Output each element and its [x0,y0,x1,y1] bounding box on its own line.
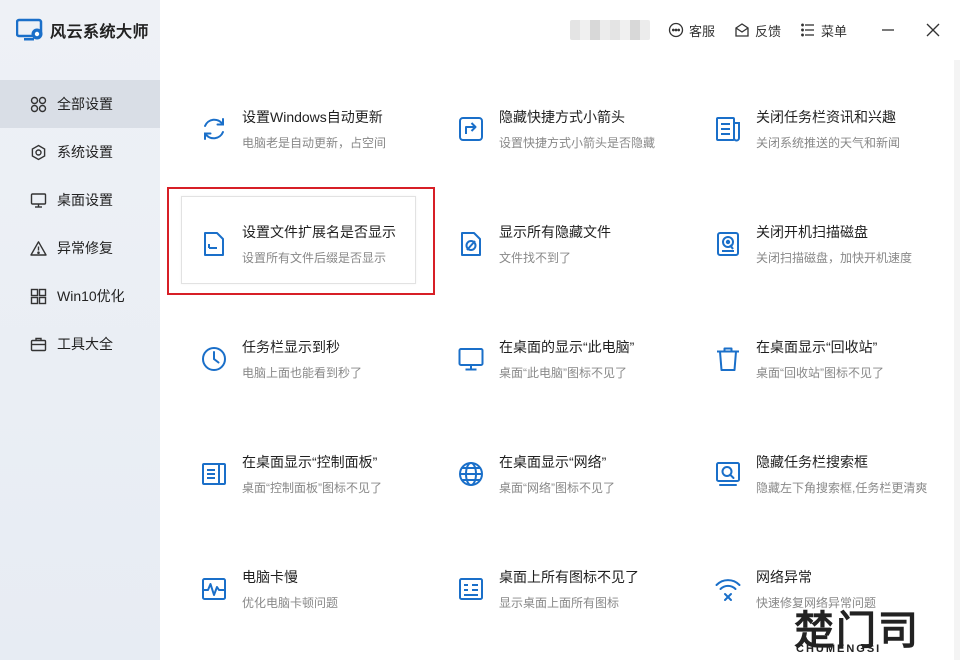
setting-card-desktop-icons[interactable]: 桌面上所有图标不见了 显示桌面上面所有图标 [437,543,687,638]
shortcut-arrow-icon [459,117,483,141]
setting-title: 在桌面显示“网络” [499,454,607,470]
setting-desc: 桌面“此电脑”图标不见了 [499,366,627,380]
service-label: 客服 [689,23,716,39]
sidebar-item-label: 全部设置 [57,96,113,112]
sidebar-item-label: Win10优化 [57,288,125,304]
control-panel-icon [202,463,226,485]
grid-icon [30,96,47,112]
setting-desc: 设置快捷方式小箭头是否隐藏 [499,136,656,150]
setting-card-this-pc[interactable]: 在桌面的显示“此电脑” 桌面“此电脑”图标不见了 [437,313,687,408]
sidebar-item-label: 工具大全 [57,336,113,352]
app-title: 风云系统大师 [50,24,150,41]
setting-desc: 电脑上面也能看到秒了 [242,366,363,380]
sidebar-item-label: 系统设置 [57,144,113,160]
setting-desc: 关闭扫描磁盘，加快开机速度 [756,251,913,265]
setting-card-shortcut-arrow[interactable]: 隐藏快捷方式小箭头 设置快捷方式小箭头是否隐藏 [437,83,687,178]
setting-title: 在桌面显示“回收站” [756,339,878,355]
watermark: 楚门司 CHUMENGSI [782,596,960,660]
setting-card-windows-update[interactable]: 设置Windows自动更新 电脑老是自动更新，占空间 [180,83,430,178]
setting-card-taskbar-seconds[interactable]: 任务栏显示到秒 电脑上面也能看到秒了 [180,313,430,408]
hidden-file-icon [461,232,481,256]
setting-card-hidden-files[interactable]: 显示所有隐藏文件 文件找不到了 [437,198,687,293]
search-box-icon [716,462,740,486]
disk-scan-icon [717,232,739,256]
windows-icon [30,288,47,304]
setting-title: 关闭开机扫描磁盘 [756,224,868,240]
setting-desc: 桌面“控制面板”图标不见了 [242,481,382,495]
setting-title: 网络异常 [756,569,812,585]
sidebar-item-all-settings[interactable]: 全部设置 [0,80,160,128]
trash-icon [717,347,739,371]
setting-title: 在桌面的显示“此电脑” [499,339,635,355]
account-info-blurred [570,20,650,40]
sidebar-item-toolbox[interactable]: 工具大全 [0,320,160,368]
logo-icon [16,18,43,41]
minimize-button[interactable] [877,19,899,41]
setting-title: 隐藏任务栏搜索框 [756,454,868,470]
setting-title: 任务栏显示到秒 [242,339,340,355]
clock-icon [202,347,226,371]
monitor-icon [30,192,47,208]
news-icon [716,117,740,142]
app-logo: 风云系统大师 [16,18,149,42]
sidebar-item-label: 异常修复 [57,240,113,256]
pulse-icon [202,578,226,600]
menu-label: 菜单 [821,23,848,39]
sidebar: 风云系统大师 全部设置 系统设置 桌面设置 异常修复 Win10优化 工具大全 [0,0,160,660]
globe-icon [459,462,483,486]
setting-card-taskbar-news[interactable]: 关闭任务栏资讯和兴趣 关闭系统推送的天气和新闻 [694,83,944,178]
refresh-icon [204,118,224,140]
sidebar-item-label: 桌面设置 [57,192,113,208]
close-button[interactable] [922,19,944,41]
setting-title: 隐藏快捷方式小箭头 [499,109,625,125]
setting-desc: 桌面“回收站”图标不见了 [756,366,884,380]
monitor-icon [458,348,484,371]
setting-desc: 优化电脑卡顿问题 [242,596,339,610]
toolbox-icon [30,337,47,351]
setting-title: 桌面上所有图标不见了 [499,569,639,585]
setting-card-file-extension[interactable]: 设置文件扩展名是否显示 设置所有文件后缀是否显示 [180,198,430,293]
setting-title: 关闭任务栏资讯和兴趣 [756,109,896,125]
sidebar-item-desktop-settings[interactable]: 桌面设置 [0,176,160,224]
setting-card-recycle-bin[interactable]: 在桌面显示“回收站” 桌面“回收站”图标不见了 [694,313,944,408]
feedback-label: 反馈 [755,23,782,39]
sidebar-item-fix-issues[interactable]: 异常修复 [0,224,160,272]
sidebar-item-win10-optimize[interactable]: Win10优化 [0,272,160,320]
menu-button[interactable]: 菜单 [800,19,847,41]
setting-title: 电脑卡慢 [242,569,298,585]
menu-icon [801,23,814,37]
mail-icon [735,23,749,37]
setting-desc: 设置所有文件后缀是否显示 [242,251,387,265]
setting-card-taskbar-search[interactable]: 隐藏任务栏搜索框 隐藏左下角搜索框,任务栏更清爽 [694,428,944,523]
feedback-button[interactable]: 反馈 [734,19,781,41]
watermark-subtext: CHUMENGSI [796,643,882,655]
setting-desc: 文件找不到了 [499,251,572,265]
setting-title: 在桌面显示“控制面板” [242,454,378,470]
file-icon [204,232,224,256]
setting-card-slow-pc[interactable]: 电脑卡慢 优化电脑卡顿问题 [180,543,430,638]
setting-desc: 显示桌面上面所有图标 [499,596,620,610]
service-button[interactable]: 客服 [668,19,715,41]
close-icon [926,23,940,37]
sidebar-item-system-settings[interactable]: 系统设置 [0,128,160,176]
chat-icon [668,22,684,38]
setting-title: 显示所有隐藏文件 [499,224,611,240]
desktop-icons-icon [459,578,483,600]
setting-desc: 关闭系统推送的天气和新闻 [756,136,901,150]
wifi-error-icon [715,579,741,601]
setting-title: 设置Windows自动更新 [242,109,383,125]
gear-icon [31,144,46,160]
sidebar-nav: 全部设置 系统设置 桌面设置 异常修复 Win10优化 工具大全 [0,80,160,368]
warning-icon [30,240,47,256]
setting-desc: 电脑老是自动更新，占空间 [242,136,387,150]
title-bar: 客服 反馈 菜单 [160,0,960,60]
setting-title: 设置文件扩展名是否显示 [242,224,396,240]
setting-desc: 隐藏左下角搜索框,任务栏更清爽 [756,481,928,495]
setting-card-control-panel[interactable]: 在桌面显示“控制面板” 桌面“控制面板”图标不见了 [180,428,430,523]
minimize-icon [882,29,894,31]
scrollbar-track[interactable] [954,60,960,660]
setting-desc: 桌面“网络”图标不见了 [499,481,615,495]
setting-card-disk-scan[interactable]: 关闭开机扫描磁盘 关闭扫描磁盘，加快开机速度 [694,198,944,293]
setting-card-network[interactable]: 在桌面显示“网络” 桌面“网络”图标不见了 [437,428,687,523]
